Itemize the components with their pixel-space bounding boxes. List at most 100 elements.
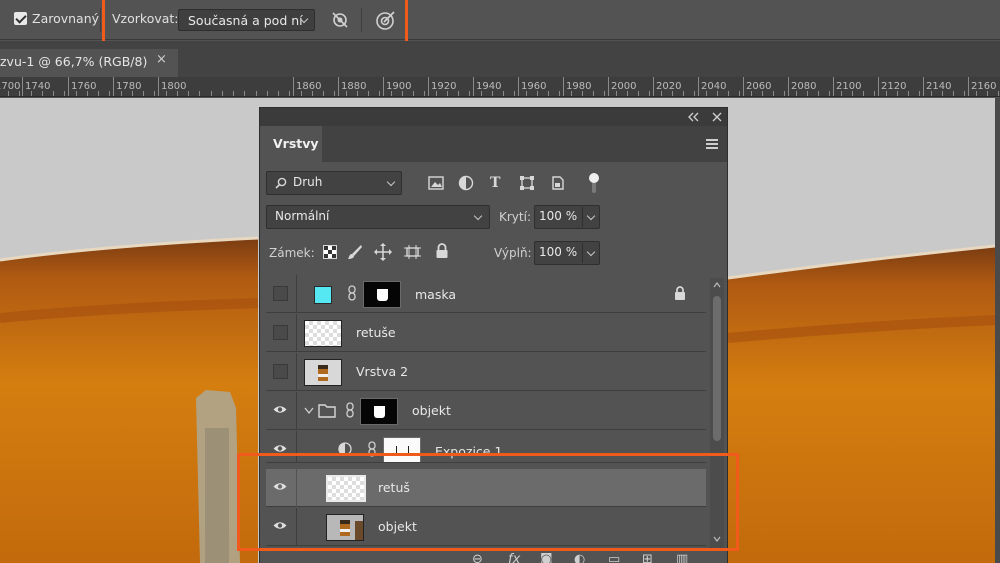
chevron-up-icon[interactable] <box>713 282 721 288</box>
new-group-icon[interactable]: ▭ <box>608 552 620 563</box>
layer-thumbnail[interactable] <box>304 359 342 386</box>
ruler-minor-tick <box>885 91 887 96</box>
visibility-toggle[interactable] <box>273 286 288 301</box>
link-layers-icon[interactable]: ⊖ <box>472 552 483 563</box>
filter-kind-select[interactable]: Druh <box>266 171 402 195</box>
smart-object-filter-icon[interactable] <box>550 175 566 191</box>
chevron-down-icon <box>473 211 483 221</box>
ruler-minor-tick <box>559 91 561 96</box>
ruler-minor-tick <box>30 91 32 96</box>
layer-thumbnail[interactable] <box>304 320 342 347</box>
lock-pixels-icon[interactable] <box>347 243 363 261</box>
lock-artboard-icon[interactable] <box>404 244 421 260</box>
layer-row[interactable]: objekt <box>266 392 706 430</box>
chevron-down-icon <box>586 211 596 221</box>
ruler-minor-tick <box>210 91 212 96</box>
layer-row[interactable]: Vrstva 2 <box>266 353 706 391</box>
layer-name[interactable]: retuše <box>356 325 396 340</box>
lock-position-icon[interactable] <box>374 243 392 261</box>
layer-name[interactable]: Vrstva 2 <box>356 364 408 379</box>
type-filter-icon[interactable]: T <box>490 176 500 190</box>
link-icon[interactable] <box>348 285 356 301</box>
blend-mode-select[interactable]: Normální <box>266 205 490 229</box>
ruler-minor-tick <box>694 91 696 96</box>
trash-icon[interactable]: ▥ <box>676 552 688 563</box>
tab-layers[interactable]: Vrstvy <box>260 126 322 162</box>
lock-transparency-icon[interactable] <box>323 245 337 259</box>
divider <box>100 8 101 32</box>
ruler-minor-tick <box>795 91 797 96</box>
filter-toggle-icon[interactable] <box>588 172 600 194</box>
layer-mask-thumbnail[interactable] <box>363 281 401 308</box>
shape-filter-icon[interactable] <box>519 175 535 191</box>
panel-tab-strip: Vrstvy <box>260 126 727 162</box>
ruler-minor-tick <box>761 91 763 96</box>
chevron-down-icon <box>386 177 396 187</box>
ruler-minor-tick <box>379 91 381 96</box>
ruler-minor-tick <box>930 91 932 96</box>
ruler-minor-tick <box>548 91 549 96</box>
ruler-minor-tick <box>323 91 324 96</box>
horizontal-ruler[interactable]: 1700174017601780180018601880190019201940… <box>0 77 1000 97</box>
opacity-value: 100 % <box>539 209 578 223</box>
fill-label: Výplň: <box>494 246 532 260</box>
layer-row[interactable]: retuše <box>266 314 706 352</box>
ruler-minor-tick <box>604 91 606 96</box>
link-icon[interactable] <box>346 402 354 418</box>
ruler-major-tick <box>788 77 789 96</box>
ruler-minor-tick <box>536 91 538 96</box>
ruler-major-tick <box>428 77 429 96</box>
ruler-minor-tick <box>255 91 257 96</box>
ruler-major-tick <box>158 77 159 96</box>
layer-name[interactable]: objekt <box>412 403 451 418</box>
ruler-minor-tick <box>131 91 133 96</box>
adjustment-icon[interactable]: ◐ <box>574 552 585 563</box>
panel-menu-icon[interactable] <box>700 136 722 152</box>
collapse-panel-icon[interactable] <box>688 112 700 122</box>
ruler-minor-tick <box>941 91 943 96</box>
ruler-minor-tick <box>233 91 234 96</box>
ruler-minor-tick <box>705 91 707 96</box>
visibility-toggle[interactable] <box>273 364 288 379</box>
layer-name[interactable]: maska <box>415 287 456 302</box>
ruler-major-tick <box>518 77 519 96</box>
opacity-input[interactable]: 100 % <box>534 205 600 229</box>
ruler-minor-tick <box>919 91 921 96</box>
layer-row[interactable]: maska <box>266 275 706 313</box>
add-mask-icon[interactable]: ◙ <box>540 552 553 563</box>
eye-icon[interactable] <box>273 444 287 453</box>
lock-all-icon[interactable] <box>435 243 449 259</box>
ruler-minor-tick <box>120 91 122 96</box>
pixel-filter-icon[interactable] <box>428 176 444 190</box>
document-tab[interactable]: zvu-1 @ 66,7% (RGB/8) × <box>0 49 178 77</box>
chevron-down-icon[interactable] <box>304 407 314 415</box>
chevron-down-icon <box>586 247 596 257</box>
ruler-minor-tick <box>750 91 752 96</box>
ruler-minor-tick <box>581 91 583 96</box>
visibility-toggle[interactable] <box>273 325 288 340</box>
ruler-minor-tick <box>300 91 302 96</box>
jar-thumbnail-image <box>318 365 328 381</box>
scrollbar-thumb[interactable] <box>713 296 721 441</box>
ruler-minor-tick <box>975 91 977 96</box>
divider <box>296 353 297 391</box>
group-mask-thumbnail[interactable] <box>360 398 398 425</box>
close-icon[interactable]: × <box>156 52 167 67</box>
canvas-scrollbar[interactable] <box>995 98 1000 563</box>
ruler-minor-tick <box>244 91 246 96</box>
close-panel-icon[interactable] <box>712 112 722 122</box>
ruler-minor-tick <box>863 91 864 96</box>
fx-icon[interactable]: fx <box>508 552 520 563</box>
ruler-major-tick <box>563 77 564 96</box>
align-checkbox[interactable] <box>14 12 27 25</box>
ruler-minor-tick <box>188 91 189 96</box>
lock-icon <box>675 286 685 300</box>
ruler-major-tick <box>338 77 339 96</box>
fill-input[interactable]: 100 % <box>534 241 600 265</box>
layer-thumbnail[interactable] <box>314 286 332 304</box>
ruler-minor-tick <box>840 91 842 96</box>
ruler-minor-tick <box>660 91 662 96</box>
adjustment-filter-icon[interactable] <box>458 175 474 191</box>
eye-icon[interactable] <box>273 405 287 414</box>
new-layer-icon[interactable]: ⊞ <box>642 552 653 563</box>
